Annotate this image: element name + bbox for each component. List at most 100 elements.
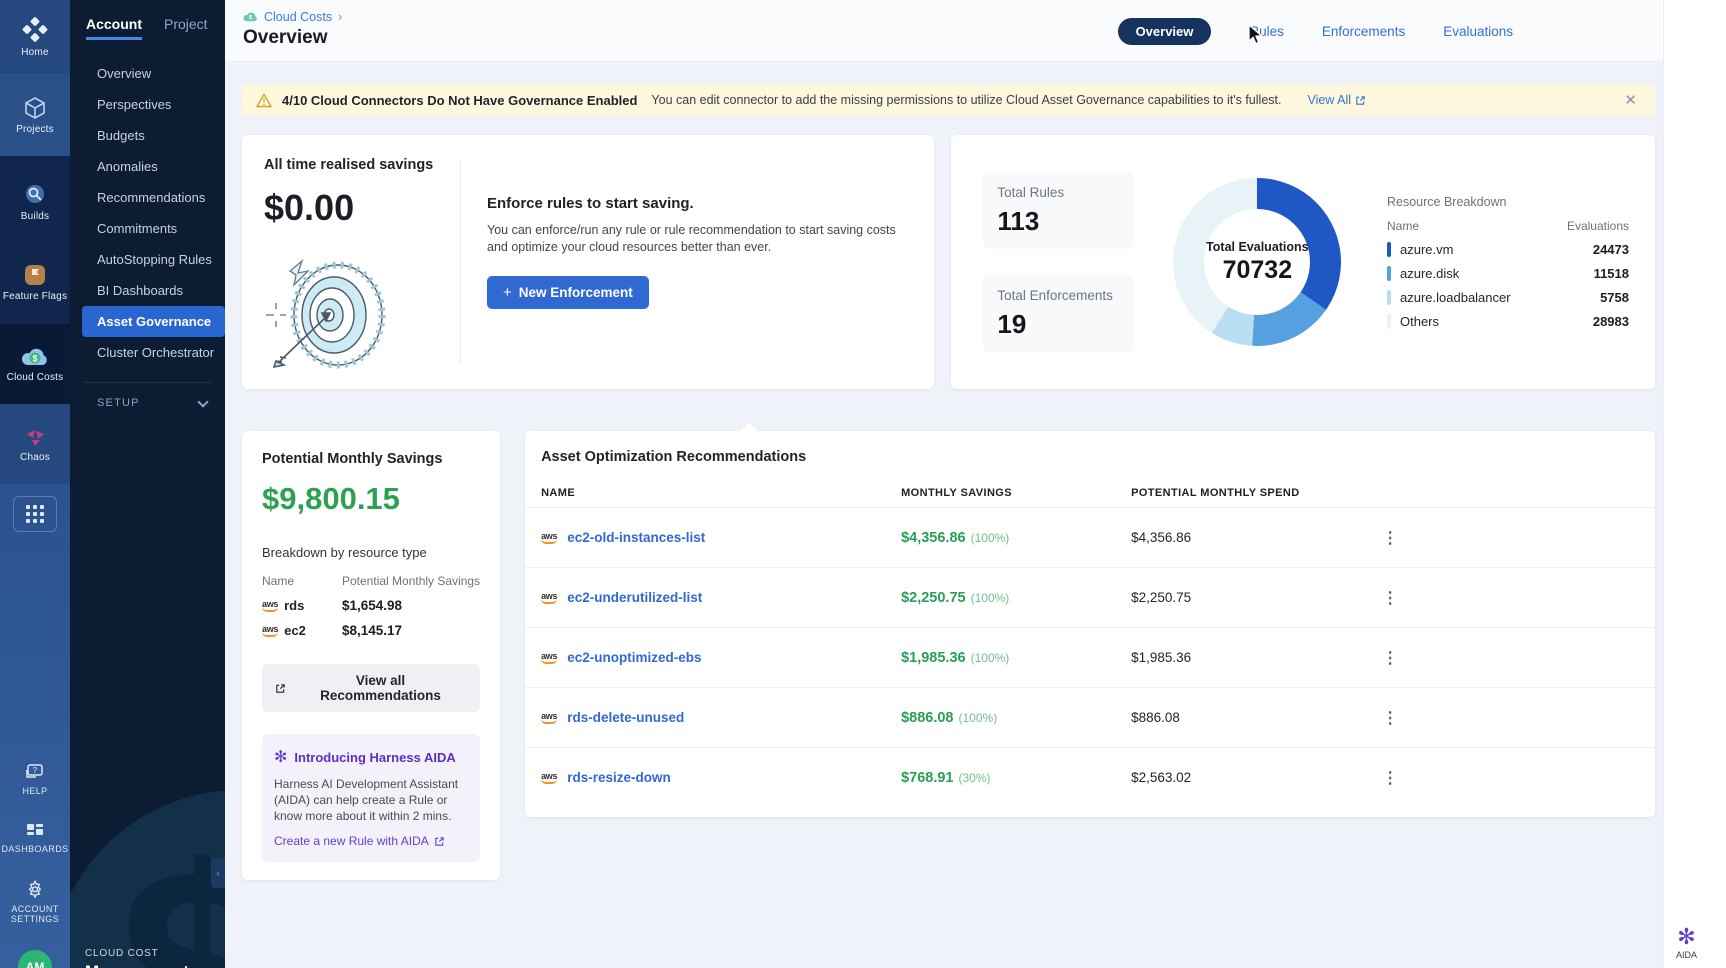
feature-flags-icon — [23, 263, 47, 287]
rail-item-projects[interactable]: Projects — [0, 74, 70, 156]
row-menu-kebab-icon[interactable]: ⋮ — [1381, 708, 1399, 728]
table-row: awsec2-old-instances-list $4,356.86(100%… — [525, 507, 1655, 567]
page-header: $ Cloud Costs › Overview Overview Rules … — [225, 0, 1663, 62]
enforce-cta: Enforce rules to start saving. You can e… — [461, 135, 934, 389]
scope-tabs: Account Project — [70, 0, 225, 50]
svg-text:?: ? — [33, 766, 38, 775]
sidebar-item-anomalies[interactable]: Anomalies — [70, 151, 225, 182]
evaluations-stats-card: Total Rules 113 Total Enforcements 19 To… — [951, 135, 1655, 389]
rail-label: Projects — [16, 124, 54, 135]
tab-account[interactable]: Account — [86, 16, 142, 40]
view-all-link[interactable]: View All — [1307, 93, 1366, 107]
legend-col-evaluations: Evaluations — [1567, 219, 1629, 233]
rail-item-feature-flags[interactable]: Feature Flags — [0, 240, 70, 324]
footer-module-kicker: CLOUD COST — [85, 948, 189, 959]
rail-label: Home — [21, 47, 48, 58]
sidebar-item-autostopping-rules[interactable]: AutoStopping Rules — [70, 244, 225, 275]
cta-description: You can enforce/run any rule or rule rec… — [487, 222, 904, 256]
legend-row: Others 28983 — [1387, 314, 1629, 329]
new-enforcement-button[interactable]: + New Enforcement — [487, 276, 649, 309]
chevron-down-icon — [197, 396, 208, 407]
cloud-dollar-icon: $ — [21, 346, 49, 368]
recommendation-link[interactable]: ec2-unoptimized-ebs — [567, 650, 701, 665]
tab-overview[interactable]: Overview — [1118, 18, 1212, 45]
banner-description: You can edit connector to add the missin… — [651, 93, 1281, 107]
recommendation-link[interactable]: rds-delete-unused — [567, 710, 684, 725]
legend-swatch — [1387, 266, 1391, 281]
resource-breakdown-legend: Resource Breakdown Name Evaluations azur… — [1387, 195, 1629, 329]
sidebar-item-overview[interactable]: Overview — [70, 58, 225, 89]
sidebar-menu: Overview Perspectives Budgets Anomalies … — [70, 58, 225, 368]
row-menu-kebab-icon[interactable]: ⋮ — [1381, 768, 1399, 788]
row-menu-kebab-icon[interactable]: ⋮ — [1381, 588, 1399, 608]
close-icon[interactable]: ✕ — [1620, 91, 1641, 109]
aida-flower-icon: ✻ — [1677, 926, 1695, 948]
page-title: Overview — [243, 27, 342, 49]
recommendation-link[interactable]: rds-resize-down — [567, 770, 671, 785]
dashboards-button[interactable]: DASHBOARDS — [1, 822, 68, 854]
recommendation-link[interactable]: ec2-old-instances-list — [567, 530, 705, 545]
sidebar-item-cluster-orchestrator[interactable]: Cluster Orchestrator — [70, 337, 225, 368]
module-grid-button[interactable] — [13, 496, 57, 532]
col-name: NAME — [541, 487, 901, 499]
sidebar-item-budgets[interactable]: Budgets — [70, 120, 225, 151]
legend-row: azure.disk 11518 — [1387, 266, 1629, 281]
dashboards-icon — [25, 822, 45, 840]
svg-text:$: $ — [32, 353, 37, 363]
tab-project[interactable]: Project — [164, 16, 208, 40]
help-button[interactable]: ? HELP — [22, 764, 47, 796]
breadcrumb: $ Cloud Costs › — [243, 10, 342, 24]
rail-item-cloud-costs[interactable]: $ Cloud Costs — [0, 324, 70, 404]
banner-title: 4/10 Cloud Connectors Do Not Have Govern… — [282, 93, 637, 108]
create-rule-with-aida-link[interactable]: Create a new Rule with AIDA — [274, 834, 445, 848]
tab-evaluations[interactable]: Evaluations — [1443, 24, 1513, 39]
recommendations-title: Asset Optimization Recommendations — [525, 449, 1655, 479]
table-row: awsec2-unoptimized-ebs $1,985.36(100%) $… — [525, 627, 1655, 687]
pms-title: Potential Monthly Savings — [262, 451, 480, 467]
pms-breakdown-label: Breakdown by resource type — [262, 545, 480, 560]
aida-assistant-button[interactable]: ✻ AIDA — [1676, 926, 1697, 960]
total-enforcements-label: Total Enforcements — [997, 288, 1119, 303]
aws-icon: aws — [541, 712, 557, 724]
tab-rules[interactable]: Rules — [1249, 24, 1284, 39]
sidebar-item-commitments[interactable]: Commitments — [70, 213, 225, 244]
aws-icon: aws — [541, 532, 557, 544]
total-rules-value: 113 — [997, 206, 1119, 237]
evaluations-donut-chart: Total Evaluations 70732 — [1173, 178, 1341, 346]
account-settings-button[interactable]: ACCOUNT SETTINGS — [7, 880, 63, 924]
warning-icon — [256, 93, 272, 108]
user-avatar[interactable]: AM — [18, 950, 52, 968]
rail-item-home[interactable]: Home — [0, 0, 70, 74]
card-notch — [741, 423, 758, 440]
view-all-recommendations-button[interactable]: View all Recommendations — [262, 664, 480, 712]
rail-item-chaos[interactable]: Chaos — [0, 404, 70, 484]
realised-savings-card: All time realised savings $0.00 — [242, 135, 934, 389]
sidebar-item-perspectives[interactable]: Perspectives — [70, 89, 225, 120]
legend-col-name: Name — [1387, 219, 1419, 233]
legend-swatch — [1387, 314, 1391, 329]
sidebar-item-bi-dashboards[interactable]: BI Dashboards — [70, 275, 225, 306]
setup-section-toggle[interactable]: SETUP — [70, 383, 225, 409]
rail-item-builds[interactable]: Builds — [0, 156, 70, 240]
summary-row: All time realised savings $0.00 — [242, 135, 1655, 389]
cta-title: Enforce rules to start saving. — [487, 195, 904, 212]
pms-table-header: Name Potential Monthly Savings — [262, 574, 480, 588]
rail-dark-section: Builds Feature Flags — [0, 156, 70, 324]
legend-swatch — [1387, 242, 1391, 257]
tab-enforcements[interactable]: Enforcements — [1322, 24, 1405, 39]
asset-optimization-card: Asset Optimization Recommendations NAME … — [525, 431, 1655, 817]
plus-icon: + — [503, 286, 512, 299]
recommendation-link[interactable]: ec2-underutilized-list — [567, 590, 702, 605]
sidebar-collapse-handle[interactable]: ‹ — [211, 858, 225, 888]
sidebar-item-asset-governance[interactable]: Asset Governance — [82, 306, 225, 337]
savings-label: All time realised savings — [264, 157, 460, 173]
row-menu-kebab-icon[interactable]: ⋮ — [1381, 648, 1399, 668]
row-menu-kebab-icon[interactable]: ⋮ — [1381, 528, 1399, 548]
aida-flower-icon: ✻ — [274, 747, 287, 767]
breadcrumb-cloud-costs[interactable]: Cloud Costs — [264, 10, 332, 24]
chaos-icon — [23, 426, 47, 448]
sidebar-item-recommendations[interactable]: Recommendations — [70, 182, 225, 213]
pms-value: $9,800.15 — [262, 481, 480, 517]
aws-icon: aws — [262, 600, 278, 612]
pms-col-savings: Potential Monthly Savings — [342, 574, 480, 588]
